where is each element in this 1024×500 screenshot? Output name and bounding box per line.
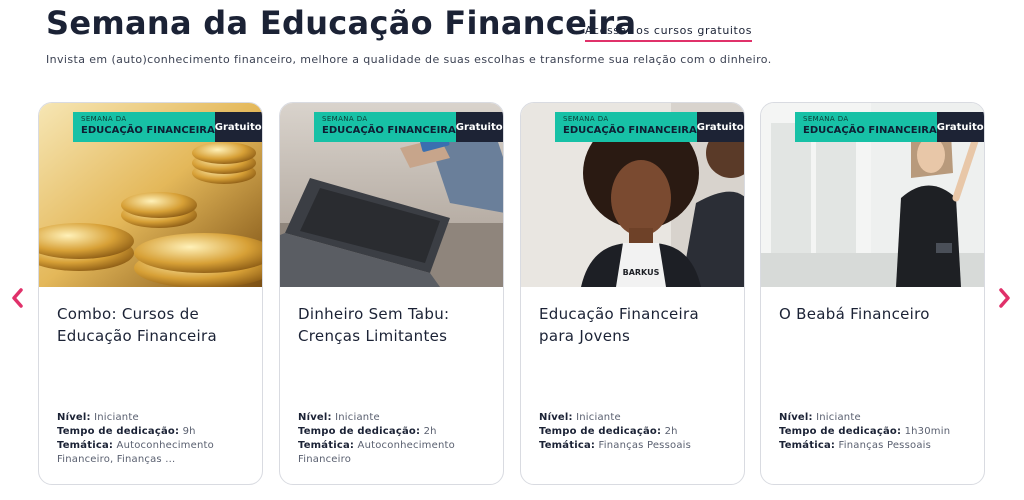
banner-bottom-text: EDUCAÇÃO FINANCEIRA <box>563 125 697 136</box>
course-card[interactable]: BARKUS SEMANA DA EDUCAÇÃO FINANCEIRA Gra… <box>520 102 745 485</box>
course-card[interactable]: SEMANA DA EDUCAÇÃO FINANCEIRA Gratuito O… <box>760 102 985 485</box>
page-subtitle: Invista em (auto)conhecimento financeiro… <box>46 53 772 66</box>
access-free-courses-link[interactable]: Acessar os cursos gratuitos <box>585 24 753 42</box>
course-card[interactable]: SEMANA DA EDUCAÇÃO FINANCEIRA Gratuito D… <box>279 102 504 485</box>
course-title: Educação Financeira para Jovens <box>539 305 699 345</box>
meta-theme: Temática: Finanças Pessoais <box>539 440 692 451</box>
meta-theme: Temática: Autoconhecimento Financeiro, F… <box>57 440 214 465</box>
banner-top-text: SEMANA DA <box>322 115 368 123</box>
course-title: Combo: Cursos de Educação Financeira <box>57 305 217 345</box>
meta-level: Nível: Iniciante <box>57 412 139 423</box>
course-meta: Nível: Iniciante Tempo de dedicação: 1h3… <box>779 411 974 453</box>
meta-level: Nível: Iniciante <box>298 412 380 423</box>
event-banner: SEMANA DA EDUCAÇÃO FINANCEIRA Gratuito <box>314 112 503 142</box>
chevron-right-icon <box>999 288 1010 308</box>
event-banner: SEMANA DA EDUCAÇÃO FINANCEIRA Gratuito <box>555 112 744 142</box>
course-title: Dinheiro Sem Tabu: Crenças Limitantes <box>298 305 450 345</box>
course-meta: Nível: Iniciante Tempo de dedicação: 9h … <box>57 411 252 467</box>
carousel-prev-button[interactable] <box>8 283 26 313</box>
free-badge: Gratuito <box>936 112 984 142</box>
meta-time: Tempo de dedicação: 1h30min <box>779 426 951 437</box>
course-meta: Nível: Iniciante Tempo de dedicação: 2h … <box>298 411 493 467</box>
event-banner: SEMANA DA EDUCAÇÃO FINANCEIRA Gratuito <box>73 112 262 142</box>
shirt-print-text: BARKUS <box>623 268 660 277</box>
free-badge: Gratuito <box>455 112 503 142</box>
page-title: Semana da Educação Financeira <box>46 4 637 42</box>
free-badge: Gratuito <box>696 112 744 142</box>
course-card[interactable]: SEMANA DA EDUCAÇÃO FINANCEIRA Gratuito C… <box>38 102 263 485</box>
banner-bottom-text: EDUCAÇÃO FINANCEIRA <box>803 125 937 136</box>
chevron-left-icon <box>12 288 23 308</box>
meta-theme: Temática: Autoconhecimento Financeiro <box>298 440 455 465</box>
banner-bottom-text: EDUCAÇÃO FINANCEIRA <box>81 125 215 136</box>
banner-bottom-text: EDUCAÇÃO FINANCEIRA <box>322 125 456 136</box>
banner-top-text: SEMANA DA <box>81 115 127 123</box>
meta-time: Tempo de dedicação: 9h <box>57 426 196 437</box>
free-badge: Gratuito <box>214 112 262 142</box>
meta-time: Tempo de dedicação: 2h <box>539 426 678 437</box>
meta-time: Tempo de dedicação: 2h <box>298 426 437 437</box>
banner-top-text: SEMANA DA <box>563 115 609 123</box>
course-title: O Beabá Financeiro <box>779 305 930 323</box>
carousel-next-button[interactable] <box>996 283 1014 313</box>
meta-level: Nível: Iniciante <box>779 412 861 423</box>
event-banner: SEMANA DA EDUCAÇÃO FINANCEIRA Gratuito <box>795 112 984 142</box>
meta-theme: Temática: Finanças Pessoais <box>779 440 932 451</box>
meta-level: Nível: Iniciante <box>539 412 621 423</box>
banner-top-text: SEMANA DA <box>803 115 849 123</box>
course-meta: Nível: Iniciante Tempo de dedicação: 2h … <box>539 411 734 453</box>
